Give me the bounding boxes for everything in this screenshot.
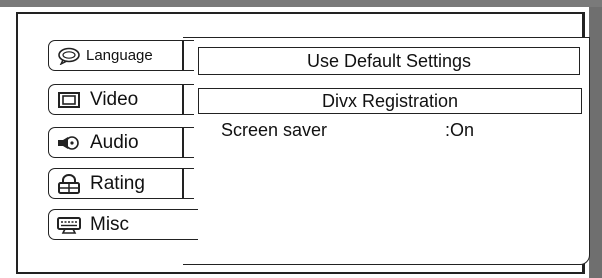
tab-divider (182, 127, 184, 158)
tab-audio[interactable]: Audio (48, 127, 194, 158)
top-border-bar (0, 0, 602, 7)
speech-bubble-icon (56, 46, 82, 66)
tab-divider (182, 40, 184, 71)
speaker-icon (56, 133, 82, 153)
use-default-settings-button[interactable]: Use Default Settings (198, 47, 580, 75)
tab-video[interactable]: Video (48, 84, 194, 115)
tab-misc[interactable]: Misc (48, 209, 198, 240)
top-border-gap (0, 7, 602, 10)
monitor-icon (56, 90, 82, 110)
screen-saver-value[interactable]: :On (445, 120, 474, 141)
screen-saver-label: Screen saver (221, 120, 328, 140)
tab-divider (182, 168, 184, 199)
tab-label: Rating (90, 172, 145, 194)
tab-divider (182, 84, 184, 115)
tab-label: Misc (90, 213, 130, 235)
tab-language[interactable]: Language (48, 40, 194, 71)
tab-rating[interactable]: Rating (48, 168, 194, 199)
keyboard-icon (56, 215, 82, 235)
tab-label: Language (86, 47, 153, 64)
tab-label: Audio (90, 131, 139, 153)
lock-icon (56, 173, 82, 194)
divx-registration-button[interactable]: Divx Registration (198, 88, 582, 114)
tab-label: Video (90, 88, 139, 110)
right-border-bar (589, 7, 602, 278)
